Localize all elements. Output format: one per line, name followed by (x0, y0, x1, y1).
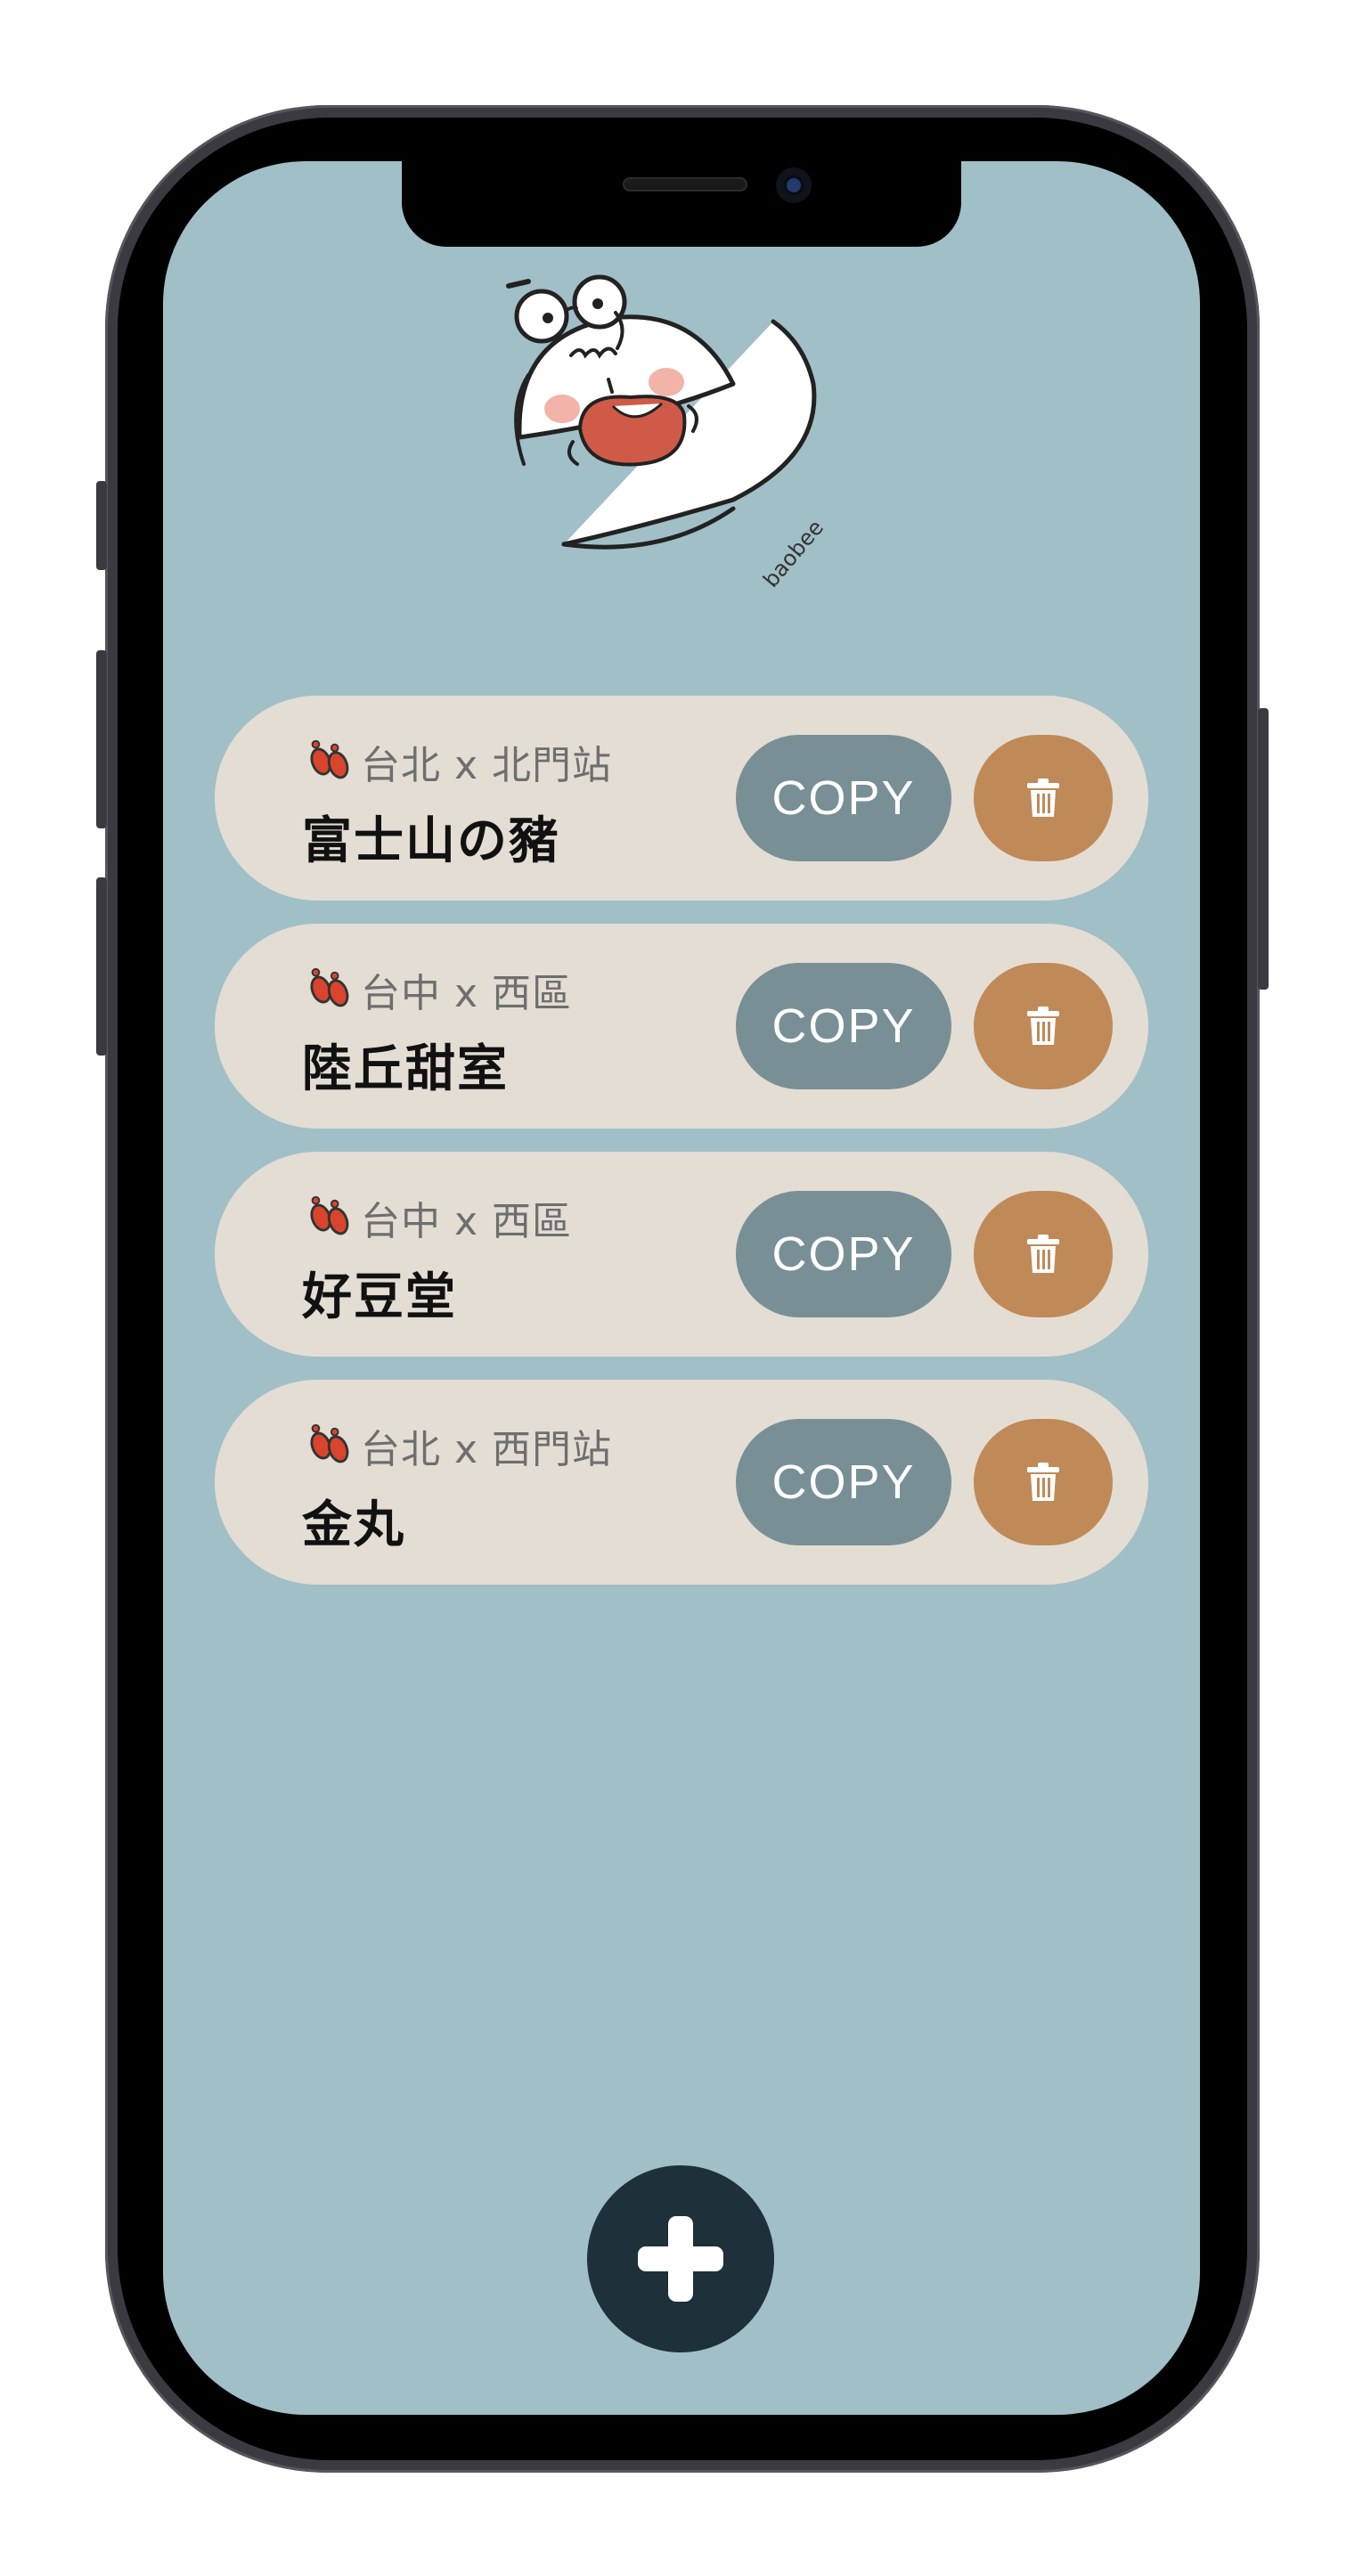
delete-button[interactable] (974, 1419, 1113, 1545)
copy-button[interactable]: COPY (736, 735, 951, 861)
place-location: 台中 x 西區 (302, 963, 572, 1016)
baobee-logo: baobee (506, 274, 828, 592)
front-camera (776, 167, 812, 203)
volume-up-button (96, 650, 107, 828)
place-location: 台北 x 北門站 (302, 735, 612, 788)
location-text: 台北 x 西門站 (361, 1427, 613, 1472)
notch (402, 161, 961, 247)
copy-button[interactable]: COPY (736, 963, 951, 1089)
trash-icon (1027, 1235, 1059, 1273)
trash-icon (1027, 1007, 1059, 1045)
place-card: 台北 x 北門站 富士山の豬 COPY (215, 696, 1148, 901)
location-text: 台中 x 西區 (361, 971, 573, 1016)
footprints-icon (310, 967, 349, 1007)
app-screen: baobee 台北 x 北門站 富士山の豬 COPY 台中 x 西區 陸丘甜室 … (163, 161, 1200, 2415)
footprints-icon (310, 1423, 349, 1463)
place-name: 金丸 (302, 1496, 405, 1554)
place-location: 台中 x 西區 (302, 1191, 572, 1244)
silent-switch (96, 481, 107, 570)
place-name: 好豆堂 (302, 1268, 457, 1326)
delete-button[interactable] (974, 1191, 1113, 1317)
place-card: 台中 x 西區 陸丘甜室 COPY (215, 924, 1148, 1129)
trash-icon (1027, 1463, 1059, 1501)
plus-icon (638, 2216, 723, 2302)
copy-button[interactable]: COPY (736, 1419, 951, 1545)
copy-button[interactable]: COPY (736, 1191, 951, 1317)
place-card: 台中 x 西區 好豆堂 COPY (215, 1152, 1148, 1357)
add-place-button[interactable] (587, 2165, 774, 2352)
trash-icon (1027, 779, 1059, 817)
location-text: 台北 x 北門站 (361, 743, 613, 788)
place-list: 台北 x 北門站 富士山の豬 COPY 台中 x 西區 陸丘甜室 COPY 台中… (215, 696, 1148, 1608)
footprints-icon (310, 739, 349, 779)
footprints-icon (310, 1195, 349, 1235)
volume-down-button (96, 877, 107, 1056)
place-location: 台北 x 西門站 (302, 1419, 612, 1472)
logo-lettering: baobee (758, 515, 828, 591)
delete-button[interactable] (974, 735, 1113, 861)
delete-button[interactable] (974, 963, 1113, 1089)
earpiece-speaker (623, 177, 747, 192)
place-card: 台北 x 西門站 金丸 COPY (215, 1380, 1148, 1585)
location-text: 台中 x 西區 (361, 1199, 573, 1244)
power-button (1258, 708, 1269, 990)
place-name: 富士山の豬 (302, 812, 560, 870)
place-name: 陸丘甜室 (302, 1040, 509, 1098)
